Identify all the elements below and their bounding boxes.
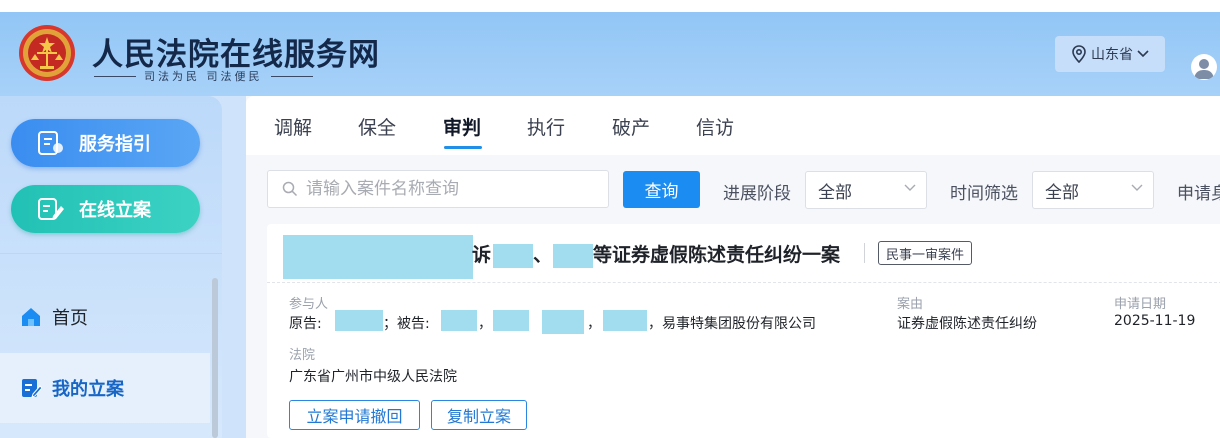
date-value: 2025-11-19 [1114, 313, 1196, 329]
withdraw-filing-button[interactable]: 立案申请撤回 [289, 400, 420, 430]
redacted-party [283, 235, 473, 279]
online-filing-button[interactable]: 在线立案 [11, 185, 200, 233]
cause-label: 案由 [897, 297, 924, 312]
service-guide-button[interactable]: 服务指引 [11, 119, 200, 167]
case-type-badge: 民事一审案件 [878, 241, 973, 265]
redacted-party [493, 244, 533, 268]
redacted-defendant [603, 310, 647, 331]
title-separator [864, 243, 865, 263]
plaintiff-label: 原告: [289, 316, 322, 332]
filter-bar: 查询 进展阶段 全部 时间筛选 全部 申请身 [246, 155, 1220, 221]
case-card[interactable]: 诉 、 等证券虚假陈述责任纠纷一案 民事一审案件 参与人 原告: ；被告: ， … [267, 224, 1220, 438]
defendant-separator: ， [478, 316, 492, 332]
court-label: 法院 [289, 348, 316, 363]
category-tabs: 调解 保全 审判 执行 破产 信访 [246, 96, 1220, 155]
chevron-down-icon [904, 184, 916, 191]
active-tab-indicator [444, 146, 482, 149]
copy-filing-button[interactable]: 复制立案 [431, 400, 527, 430]
slogan-line-left [94, 75, 136, 77]
user-avatar-icon [1194, 59, 1214, 79]
location-pin-icon [1072, 45, 1086, 63]
defendant-separator: ， [587, 316, 601, 332]
tab-preservation[interactable]: 保全 [358, 113, 396, 140]
online-filing-label: 在线立案 [79, 200, 151, 221]
chevron-down-icon [1137, 50, 1149, 58]
sidebar: 服务指引 在线立案 首页 我的立案 [0, 96, 222, 438]
tab-mediation[interactable]: 调解 [274, 113, 312, 140]
query-button[interactable]: 查询 [623, 171, 700, 208]
progress-select-value: 全部 [818, 182, 852, 203]
defendant-label: ；被告: [383, 316, 430, 332]
progress-filter-label: 进展阶段 [723, 184, 791, 204]
applicant-filter-label: 申请身 [1177, 184, 1220, 204]
cause-value: 证券虚假陈述责任纠纷 [897, 316, 1037, 332]
sidebar-item-label: 我的立案 [52, 379, 124, 400]
court-emblem-icon [19, 25, 75, 81]
site-header: 人民法院在线服务网 司法为民 司法便民 山东省 [0, 12, 1220, 96]
my-filings-icon [22, 379, 42, 398]
chevron-down-icon [1131, 184, 1143, 191]
tab-petition[interactable]: 信访 [696, 113, 734, 140]
case-title-part-2: 、 [533, 244, 553, 266]
court-value: 广东省广州市中级人民法院 [289, 369, 457, 385]
participants-label: 参与人 [289, 297, 329, 312]
region-selector[interactable]: 山东省 [1055, 36, 1165, 72]
service-guide-label: 服务指引 [79, 134, 151, 155]
card-divider [267, 282, 1220, 283]
slogan-line-right [270, 75, 313, 77]
sidebar-item-home[interactable]: 首页 [0, 291, 210, 343]
home-icon [22, 308, 40, 326]
tab-trial[interactable]: 审判 [443, 113, 481, 140]
redacted-plaintiff [335, 310, 383, 331]
redacted-defendant [441, 310, 477, 331]
case-title-part-3: 等证券虚假陈述责任纠纷一案 [593, 244, 841, 266]
search-input[interactable] [304, 178, 598, 200]
sidebar-item-label: 首页 [52, 308, 88, 329]
progress-select[interactable]: 全部 [805, 171, 927, 209]
guide-book-icon [38, 131, 63, 155]
redacted-defendant [542, 310, 584, 334]
site-slogan: 司法为民 司法便民 [94, 68, 394, 84]
time-select-value: 全部 [1045, 182, 1079, 203]
time-select[interactable]: 全部 [1032, 171, 1154, 209]
search-icon [282, 181, 298, 197]
sidebar-item-my-filings[interactable]: 我的立案 [0, 353, 210, 423]
edit-document-icon [38, 198, 64, 220]
redacted-party [553, 244, 593, 268]
tab-enforcement[interactable]: 执行 [527, 113, 565, 140]
region-label: 山东省 [1091, 47, 1133, 63]
slogan-text: 司法为民 司法便民 [144, 70, 263, 83]
user-avatar[interactable] [1191, 54, 1217, 80]
top-strip [0, 0, 1220, 12]
search-box[interactable] [267, 170, 609, 208]
time-filter-label: 时间筛选 [950, 184, 1018, 204]
main-content: 调解 保全 审判 执行 破产 信访 查询 进展阶段 全部 时间筛选 全部 [246, 96, 1220, 438]
sidebar-scrollbar[interactable] [212, 278, 218, 438]
date-label: 申请日期 [1114, 297, 1167, 312]
case-title-part-1: 诉 [472, 244, 492, 266]
sidebar-divider [0, 253, 222, 254]
defendant-company: ，易事特集团股份有限公司 [648, 316, 816, 332]
tab-bankruptcy[interactable]: 破产 [612, 113, 650, 140]
redacted-defendant [493, 310, 529, 331]
